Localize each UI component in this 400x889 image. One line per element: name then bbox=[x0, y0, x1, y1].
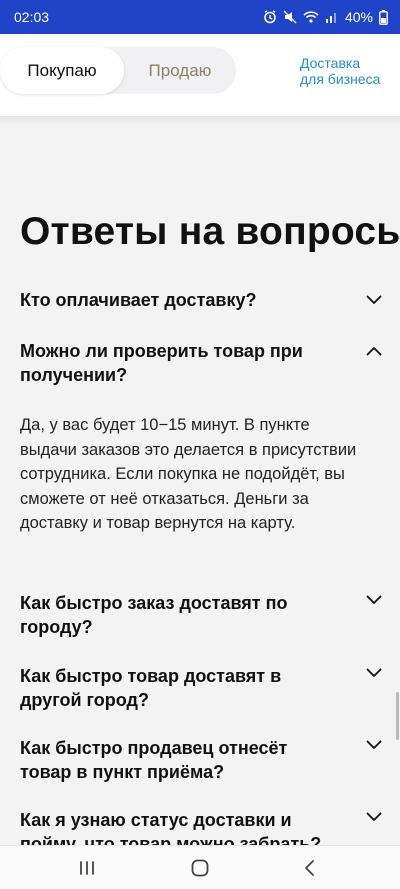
tab-selling[interactable]: Продаю bbox=[124, 47, 236, 94]
scrollbar[interactable] bbox=[396, 692, 399, 740]
status-time: 02:03 bbox=[14, 9, 50, 25]
recent-apps-icon[interactable] bbox=[75, 856, 99, 880]
home-icon[interactable] bbox=[188, 856, 212, 880]
alarm-icon bbox=[263, 10, 277, 24]
faq-section: Ответы на вопросы Кто оплачивает доставк… bbox=[0, 124, 400, 845]
chevron-up-icon[interactable] bbox=[366, 346, 382, 356]
status-bar: 02:03 40% bbox=[0, 0, 400, 34]
faq-question-4[interactable]: Как быстро товар доставят в другой город… bbox=[20, 664, 340, 712]
business-delivery-link[interactable]: Доставка для бизнеса bbox=[300, 55, 380, 87]
faq-question-3[interactable]: Как быстро заказ доставят по городу? bbox=[20, 591, 340, 639]
faq-answer-2: Да, у вас будет 10−15 минут. В пункте вы… bbox=[20, 416, 357, 532]
faq-question-6[interactable]: Как я узнаю статус доставки и пойму, что… bbox=[20, 808, 340, 845]
system-nav-bar bbox=[0, 845, 400, 889]
chevron-down-icon[interactable] bbox=[366, 740, 382, 750]
chevron-down-icon[interactable] bbox=[366, 595, 382, 605]
signal-icon bbox=[325, 10, 339, 24]
business-link-line1: Доставка bbox=[300, 55, 361, 71]
battery-level: 40% bbox=[344, 9, 373, 25]
wifi-icon bbox=[303, 10, 319, 24]
back-icon[interactable] bbox=[298, 856, 322, 880]
faq-question-2[interactable]: Можно ли проверить товар при получении? bbox=[20, 339, 340, 387]
buy-sell-toggle: Покупаю Продаю bbox=[0, 47, 236, 94]
faq-question-5[interactable]: Как быстро продавец отнесёт товар в пунк… bbox=[20, 736, 340, 784]
tab-buying[interactable]: Покупаю bbox=[0, 47, 124, 94]
page-header: Покупаю Продаю Доставка для бизнеса bbox=[0, 34, 400, 116]
chevron-down-icon[interactable] bbox=[366, 295, 382, 305]
faq-question-1[interactable]: Кто оплачивает доставку? bbox=[20, 288, 340, 312]
chevron-down-icon[interactable] bbox=[366, 668, 382, 678]
battery-icon bbox=[379, 9, 388, 25]
header-shadow bbox=[0, 116, 400, 124]
chevron-down-icon[interactable] bbox=[366, 812, 382, 822]
business-link-line2: для бизнеса bbox=[300, 71, 381, 87]
status-icons: 40% bbox=[263, 9, 388, 25]
faq-title: Ответы на вопросы bbox=[20, 210, 400, 253]
mute-icon bbox=[283, 10, 297, 24]
